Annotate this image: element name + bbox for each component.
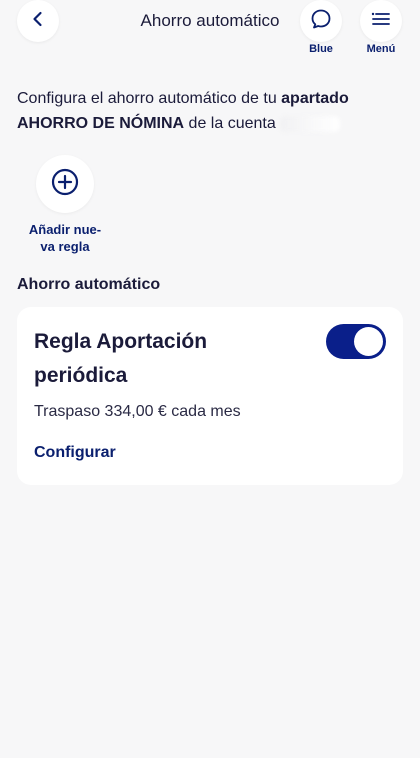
redacted-account-number [280,115,341,132]
plus-circle-icon [50,167,80,202]
add-rule-label[interactable]: Añadir nue- va regla [20,221,110,255]
header: Ahorro automático Blue Menú [0,0,420,70]
section-title: Ahorro automático [17,276,161,293]
blue-button-label[interactable]: Blue [291,43,351,55]
add-rule-label-line2[interactable]: va regla [40,239,89,254]
configure-link[interactable]: Configurar [34,444,116,462]
rule-title-line2: periódica [34,364,128,387]
intro-bold-apartado: apartado [281,90,349,107]
rule-title-line1: Regla Aportación [34,330,208,353]
intro-text: Configura el ahorro automático de tu apa… [17,86,387,136]
add-rule-button[interactable]: Añadir nue- va regla [20,155,110,255]
intro-bold-account-name: AHORRO DE NÓMINA [17,115,185,132]
menu-button[interactable] [360,0,402,42]
chat-bubble-icon [309,7,333,36]
add-rule-label-line1[interactable]: Añadir nue- [29,222,101,237]
hamburger-icon [370,10,392,33]
intro-text-after: de la cuenta [184,115,281,132]
blue-assistant-button[interactable] [300,0,342,42]
toggle-knob [354,327,383,356]
intro-text-before: Configura el ahorro automático de tu [17,90,282,107]
add-rule-circle[interactable] [36,155,94,213]
menu-button-label[interactable]: Menú [351,43,411,55]
rule-detail: Traspaso 334,00 € cada mes [34,403,241,420]
rule-toggle[interactable] [326,324,386,359]
rule-title: Regla Aportación periódica [34,325,274,393]
rule-card: Regla Aportación periódica Traspaso 334,… [17,307,403,485]
page-title: Ahorro automático [140,11,280,30]
